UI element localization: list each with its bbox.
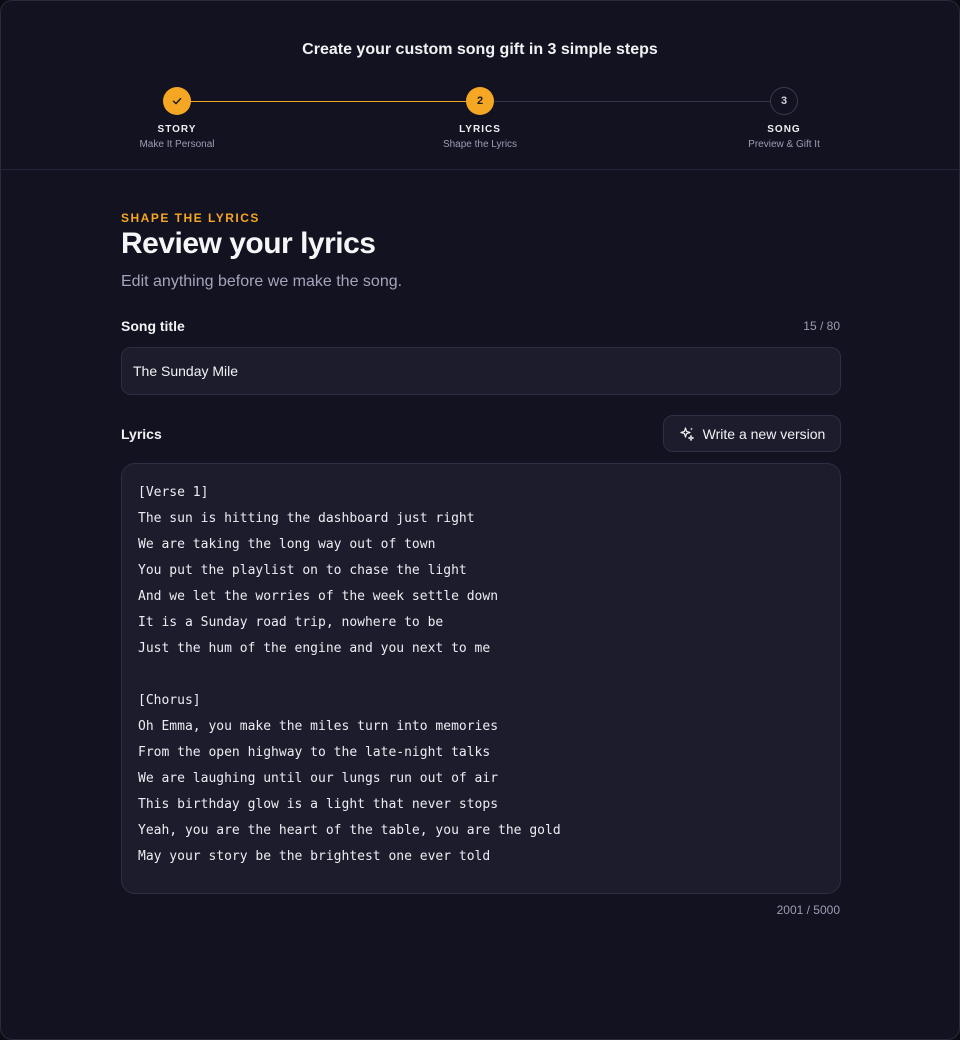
app-frame: Create your custom song gift in 3 simple…: [0, 0, 960, 1040]
step-song-circle: 3: [770, 87, 798, 115]
write-new-version-button[interactable]: Write a new version: [663, 415, 841, 452]
step-story-circle: [163, 87, 191, 115]
step-lyrics-circle: 2: [466, 87, 494, 115]
sparkles-icon: [680, 426, 694, 441]
lyrics-counter: 2001 / 5000: [776, 903, 840, 917]
check-icon: [172, 97, 182, 105]
song-title-input[interactable]: [121, 347, 841, 395]
step-song-sub: Preview & Gift It: [748, 139, 820, 150]
song-title-counter: 15 / 80: [803, 319, 840, 333]
page-title: Create your custom song gift in 3 simple…: [302, 41, 658, 58]
step-song[interactable]: 3 SONG Preview & Gift It: [704, 87, 864, 150]
write-new-version-label: Write a new version: [702, 425, 826, 442]
step-lyrics-sub: Shape the Lyrics: [442, 139, 518, 150]
lyrics-textarea[interactable]: [Verse 1] The sun is hitting the dashboa…: [121, 463, 841, 894]
section-eyebrow: SHAPE THE LYRICS: [121, 211, 260, 225]
step-lyrics[interactable]: 2 LYRICS Shape the Lyrics: [400, 87, 560, 150]
step-lyrics-label: LYRICS: [459, 124, 501, 135]
step-story-label: STORY: [157, 124, 197, 135]
step-story-sub: Make It Personal: [139, 139, 215, 150]
lyrics-label: Lyrics: [121, 426, 162, 442]
song-title-label: Song title: [121, 318, 185, 334]
section-subheading: Edit anything before we make the song.: [121, 273, 403, 290]
stepper-header: Create your custom song gift in 3 simple…: [1, 1, 959, 170]
step-song-label: SONG: [767, 124, 801, 135]
step-story[interactable]: STORY Make It Personal: [97, 87, 257, 150]
section-heading: Review your lyrics: [121, 227, 376, 260]
